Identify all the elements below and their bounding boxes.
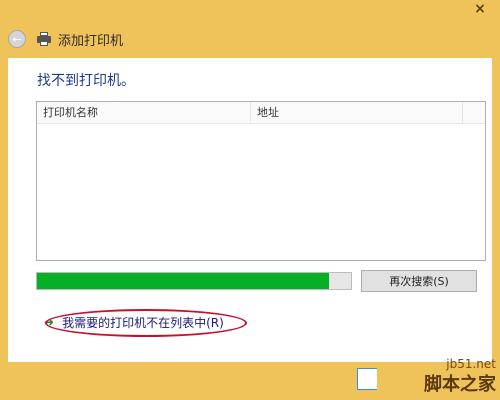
printer-list[interactable]: 打印机名称 地址 [36, 101, 486, 261]
window-title: 添加打印机 [58, 33, 124, 49]
column-header-address[interactable]: 地址 [251, 102, 463, 123]
search-progress-fill [37, 273, 330, 289]
printer-not-listed-link[interactable]: 我需要的打印机不在列表中(R) [62, 314, 224, 331]
watermark-brand: 脚本之家 [424, 374, 496, 395]
search-again-button[interactable]: 再次搜索(S) [361, 270, 477, 292]
arrow-right-icon: ➜ [44, 315, 55, 329]
add-printer-window: × ← 添加打印机 找不到打印机。 打印机名称 地址 再次搜索(S) ➜ 我需要… [0, 0, 500, 400]
search-progress-bar [36, 272, 352, 290]
back-button[interactable]: ← [8, 30, 26, 48]
watermark-site: jb51.net [446, 357, 496, 371]
printer-list-header: 打印机名称 地址 [37, 102, 485, 124]
printer-not-listed-row[interactable]: ➜ 我需要的打印机不在列表中(R) [44, 310, 224, 334]
page-heading: 找不到打印机。 [37, 73, 135, 89]
next-button-partial[interactable] [357, 368, 377, 390]
back-arrow-icon: ← [12, 32, 22, 46]
close-icon: × [474, 1, 486, 17]
window-header: ← 添加打印机 [8, 28, 492, 50]
close-button[interactable]: × [468, 0, 492, 18]
printer-icon [36, 32, 52, 46]
column-header-printer-name[interactable]: 打印机名称 [37, 102, 251, 123]
watermark: jb51.net 脚本之家 [424, 357, 496, 396]
wizard-content: 找不到打印机。 打印机名称 地址 再次搜索(S) ➜ 我需要的打印机不在列表中(… [8, 58, 492, 362]
